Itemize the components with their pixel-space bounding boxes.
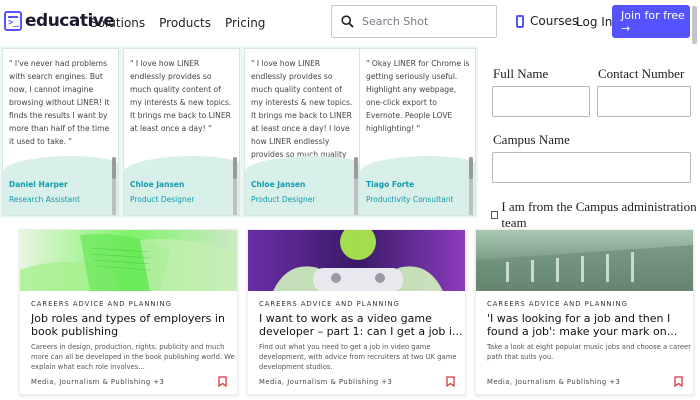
- admin-checkbox[interactable]: [491, 211, 499, 219]
- card-scrollbar[interactable]: [354, 157, 358, 215]
- article-description: Find out what you need to get a job in v…: [259, 343, 457, 371]
- courses-link[interactable]: Courses: [516, 14, 578, 28]
- article-title[interactable]: I want to work as a video game developer…: [259, 312, 464, 339]
- admin-checkbox-row[interactable]: I am from the Campus administration team: [491, 199, 700, 231]
- article-category: Careers advice and planning: [487, 300, 628, 308]
- bookmark-icon[interactable]: [674, 376, 683, 387]
- admin-checkbox-label: I am from the Campus administration team: [501, 199, 697, 230]
- testimonial-name: Tiago Forte: [366, 180, 415, 189]
- article-card[interactable]: Careers advice and planning Job roles an…: [19, 229, 238, 395]
- main-nav: Solutions Products Pricing: [90, 16, 279, 30]
- testimonial-card: " I love how LINER endlessly provides so…: [123, 48, 240, 216]
- testimonial-role: Product Designer: [251, 195, 316, 204]
- testimonial-quote: " Okay LINER for Chrome is getting serio…: [366, 59, 470, 133]
- search-box[interactable]: [331, 5, 497, 38]
- contact-number-field[interactable]: [597, 86, 691, 117]
- article-image-book-publishing: [20, 230, 237, 291]
- join-label: Join for free: [621, 8, 685, 22]
- article-image-game-controller: [248, 230, 465, 291]
- card-scrollbar[interactable]: [112, 157, 116, 215]
- testimonials-carousel: " I've never had problems with search en…: [0, 46, 478, 218]
- logo-icon: >_: [4, 11, 22, 31]
- article-description: Careers in design, production, rights, p…: [31, 343, 235, 371]
- nav-pricing[interactable]: Pricing: [225, 16, 265, 30]
- campus-name-label: Campus Name: [493, 132, 570, 147]
- testimonial-role: Research Assistant: [9, 195, 80, 204]
- testimonial-card: " I love how LINER endlessly provides so…: [244, 48, 361, 216]
- article-tags: Media, Journalism & Publishing +3: [31, 378, 165, 386]
- bookmark-icon[interactable]: [446, 376, 455, 387]
- article-description: Take a look at eight popular music jobs …: [487, 343, 692, 361]
- testimonial-role: Product Designer: [130, 195, 195, 204]
- article-card[interactable]: Careers advice and planning I want to wo…: [247, 229, 466, 395]
- testimonial-name: Chloe Jansen: [251, 180, 306, 189]
- search-input[interactable]: [362, 15, 482, 28]
- join-for-free-button[interactable]: Join for free →: [612, 5, 690, 38]
- scrollbar[interactable]: [692, 6, 697, 44]
- testimonial-role: Productivity Consultant: [366, 195, 454, 204]
- testimonial-name: Chloe Jansen: [130, 180, 185, 189]
- top-navigation-bar: >_ educative Solutions Products Pricing …: [0, 0, 700, 46]
- article-category: Careers advice and planning: [259, 300, 400, 308]
- nav-products[interactable]: Products: [159, 16, 211, 30]
- testimonial-quote: " I love how LINER endlessly provides so…: [251, 59, 353, 165]
- campus-name-field[interactable]: [492, 152, 691, 183]
- arrow-right-icon: →: [621, 21, 631, 35]
- article-image-music-mixer: [476, 230, 693, 291]
- testimonial-quote: " I love how LINER endlessly provides so…: [130, 59, 232, 133]
- search-icon: [341, 15, 354, 28]
- article-title[interactable]: Job roles and types of employers in book…: [31, 312, 236, 339]
- card-scrollbar[interactable]: [469, 157, 473, 215]
- card-scrollbar[interactable]: [233, 157, 237, 215]
- contact-number-label: Contact Number: [598, 66, 685, 81]
- article-tags: Media, Journalism & Publishing +3: [259, 378, 393, 386]
- article-card[interactable]: Careers advice and planning 'I was looki…: [475, 229, 694, 395]
- testimonial-card: " I've never had problems with search en…: [2, 48, 119, 216]
- testimonial-quote: " I've never had problems with search en…: [9, 59, 110, 146]
- article-title[interactable]: 'I was looking for a job and then I foun…: [487, 312, 692, 339]
- full-name-label: Full Name: [493, 66, 549, 81]
- testimonial-card: " Okay LINER for Chrome is getting serio…: [359, 48, 476, 216]
- login-link[interactable]: Log In: [576, 15, 612, 29]
- full-name-field[interactable]: [492, 86, 590, 117]
- mobile-icon: [516, 14, 524, 28]
- courses-label: Courses: [530, 14, 579, 28]
- article-category: Careers advice and planning: [31, 300, 172, 308]
- bookmark-icon[interactable]: [218, 376, 227, 387]
- article-tags: Media, Journalism & Publishing +3: [487, 378, 621, 386]
- testimonial-name: Daniel Harper: [9, 180, 68, 189]
- nav-solutions[interactable]: Solutions: [90, 16, 145, 30]
